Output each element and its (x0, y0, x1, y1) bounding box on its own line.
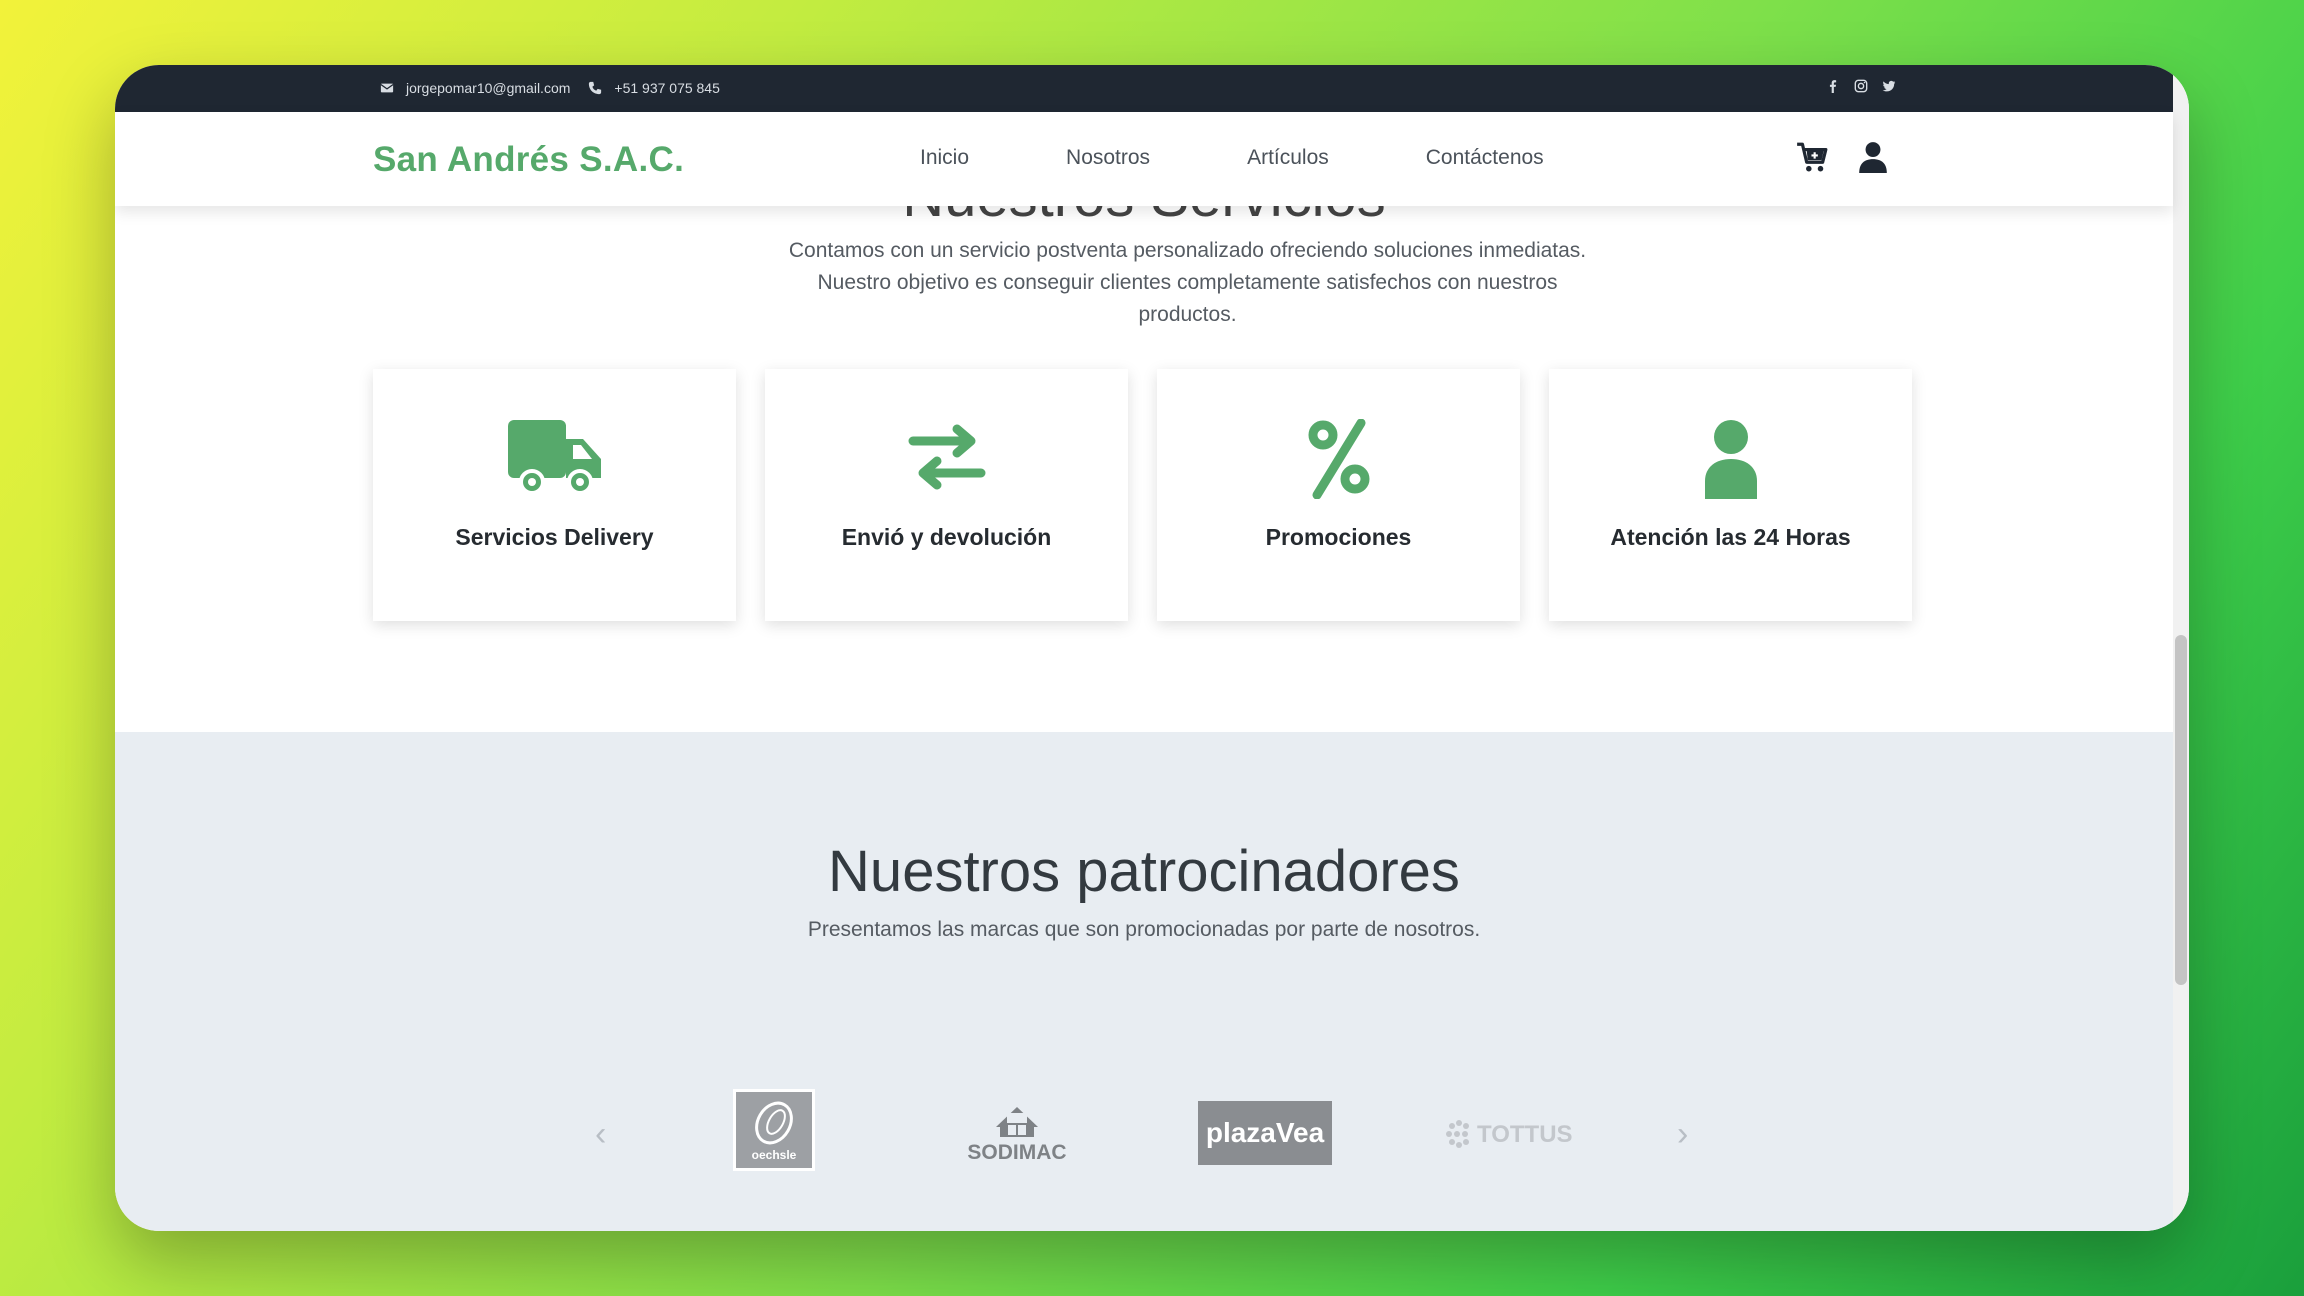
cart-plus-icon[interactable] (1795, 140, 1829, 174)
svg-text:TOTTUS: TOTTUS (1477, 1121, 1573, 1148)
main-navbar: San Andrés S.A.C. Inicio Nosotros Artícu… (115, 112, 2173, 206)
service-card-label: Servicios Delivery (455, 524, 654, 550)
svg-text:oechsle: oechsle (752, 1148, 797, 1162)
user-icon (1704, 420, 1757, 499)
logo-sodimac[interactable]: SODIMAC (960, 1097, 1074, 1167)
page-scrollbar[interactable] (2173, 65, 2189, 1231)
social-links (1826, 79, 1896, 93)
instagram-icon[interactable] (1854, 79, 1868, 93)
envelope-icon (380, 83, 394, 93)
sponsors-subtitle: Presentamos las marcas que son promocion… (807, 918, 1481, 941)
phone-icon (589, 81, 602, 95)
nav-contactenos[interactable]: Contáctenos (1426, 146, 1544, 170)
sponsors-section: Nuestros patrocinadores Presentamos las … (115, 732, 2173, 1231)
nav-articulos[interactable]: Artículos (1247, 146, 1329, 170)
nav-nosotros[interactable]: Nosotros (1066, 146, 1150, 170)
svg-text:plazaVea: plazaVea (1206, 1117, 1325, 1148)
main-menu: Inicio Nosotros Artículos Contáctenos (920, 146, 1641, 170)
exchange-arrows-icon (908, 424, 985, 490)
service-card-promociones[interactable]: Promociones (1157, 369, 1520, 621)
contact-info: jorgepomar10@gmail.com +51 937 075 845 (380, 80, 720, 96)
service-card-delivery[interactable]: Servicios Delivery (373, 369, 736, 621)
logo-oechsle[interactable]: oechsle (733, 1089, 815, 1171)
logo-tottus[interactable]: TOTTUS (1443, 1113, 1579, 1153)
percent-icon (1308, 419, 1369, 499)
sponsors-title: Nuestros patrocinadores (828, 839, 1460, 904)
user-icon[interactable] (1856, 140, 1890, 174)
carousel-prev-button[interactable]: ‹ (595, 1115, 606, 1154)
service-card-atencion[interactable]: Atención las 24 Horas (1549, 369, 1912, 621)
services-cards: Servicios Delivery Envió y devolución Pr… (373, 369, 1912, 621)
service-card-label: Envió y devolución (841, 524, 1052, 550)
service-card-label: Atención las 24 Horas (1610, 524, 1851, 550)
service-card-label: Promociones (1265, 524, 1412, 550)
nav-inicio[interactable]: Inicio (920, 146, 969, 170)
contact-email[interactable]: jorgepomar10@gmail.com (406, 80, 570, 96)
browser-window: jorgepomar10@gmail.com +51 937 075 845 S… (115, 65, 2189, 1231)
facebook-icon[interactable] (1826, 79, 1840, 93)
service-card-envio[interactable]: Envió y devolución (765, 369, 1128, 621)
logo-plazavea[interactable]: plazaVea (1198, 1101, 1332, 1165)
twitter-icon[interactable] (1882, 79, 1896, 93)
services-description: Contamos con un servicio postventa perso… (788, 239, 1587, 326)
svg-text:SODIMAC: SODIMAC (967, 1141, 1066, 1164)
top-contact-bar: jorgepomar10@gmail.com +51 937 075 845 (115, 65, 2173, 112)
brand-logo[interactable]: San Andrés S.A.C. (373, 140, 684, 180)
nav-actions (1795, 140, 1890, 174)
truck-icon (507, 420, 601, 495)
carousel-next-button[interactable]: › (1677, 1115, 1688, 1154)
contact-phone[interactable]: +51 937 075 845 (614, 80, 720, 96)
scrollbar-thumb[interactable] (2175, 635, 2187, 985)
